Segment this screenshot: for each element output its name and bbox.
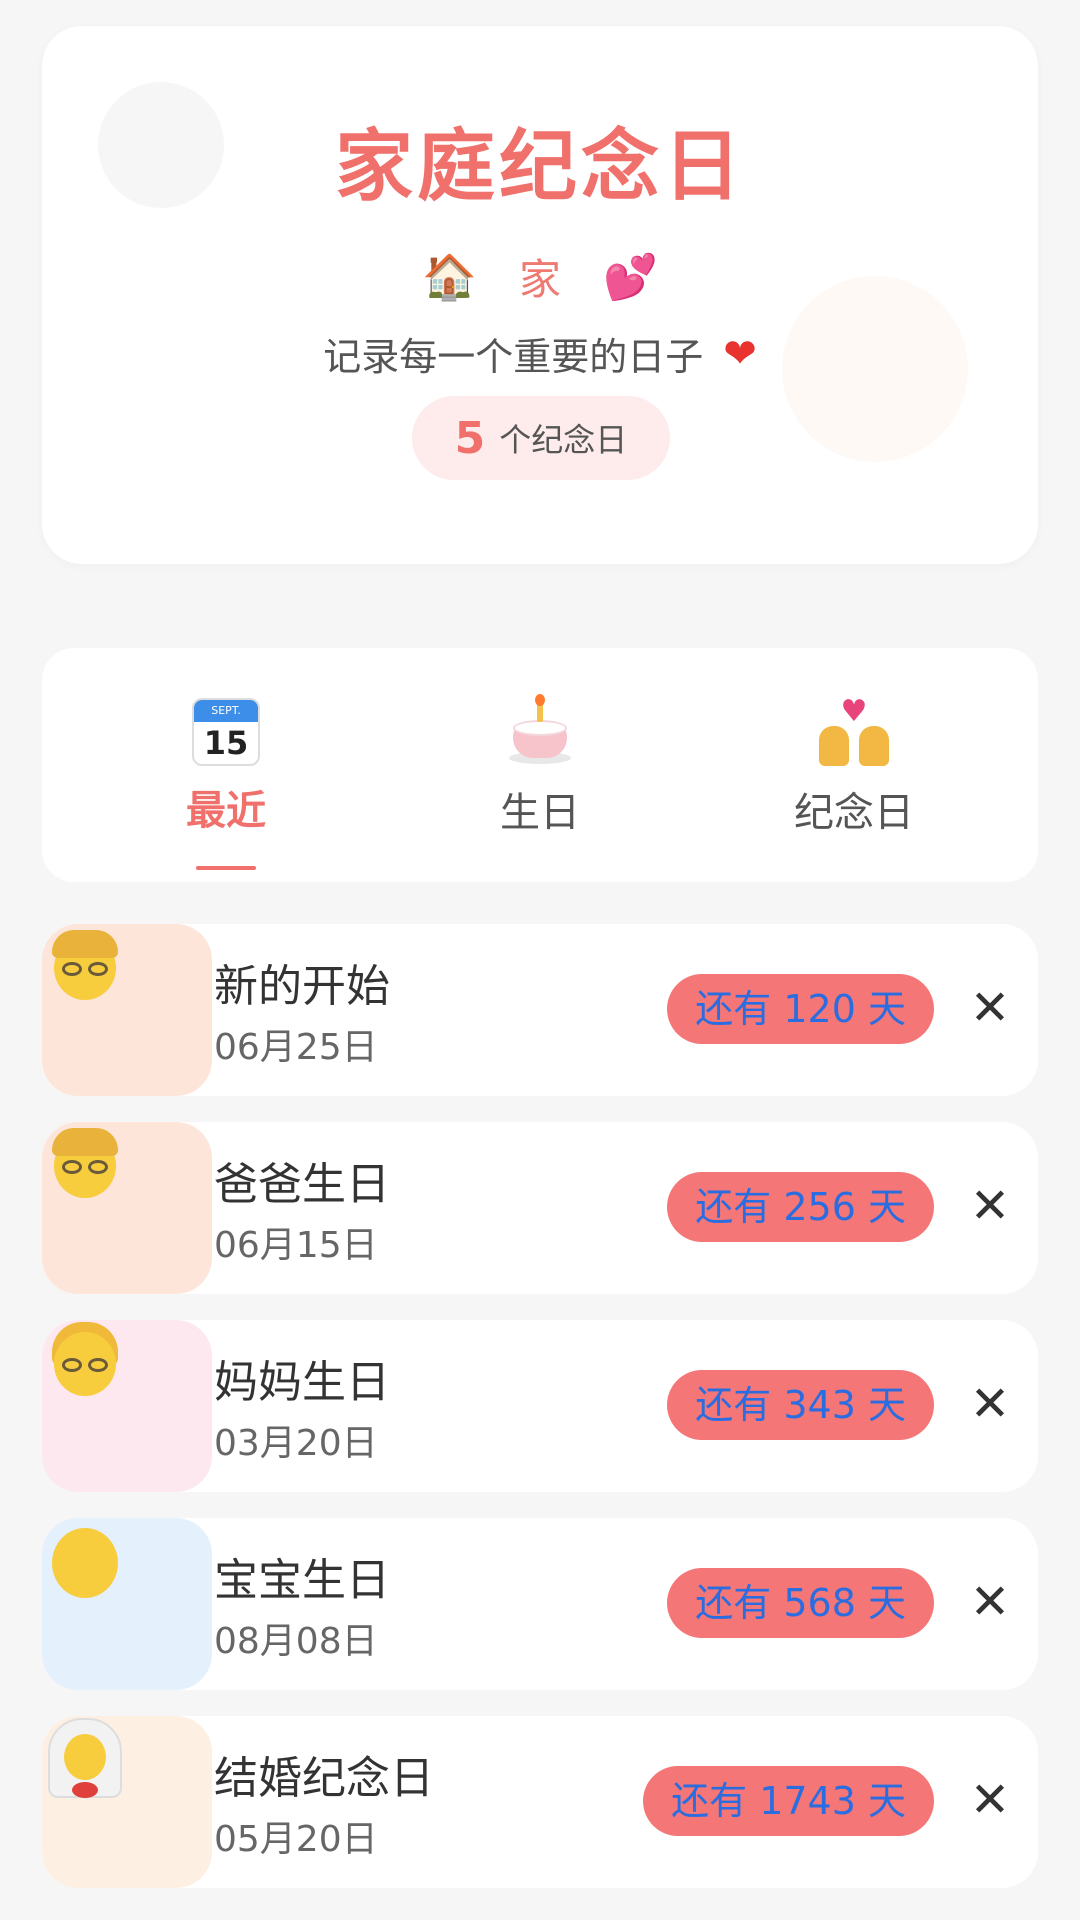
delete-button[interactable]: ✕: [962, 1772, 1018, 1828]
app-title: 家庭纪念日: [334, 122, 745, 212]
tab-bar: SEPT. 15 最近 生日 ♥ 纪念日: [42, 648, 1038, 882]
calendar-icon: SEPT. 15: [192, 698, 260, 766]
days-remaining-badge: 还有 120 天: [667, 974, 934, 1044]
delete-button[interactable]: ✕: [962, 1376, 1018, 1432]
header-card: 家庭纪念日 🏠 家 💕 记录每一个重要的日子 ❤ 5 个纪念日: [42, 26, 1038, 564]
item-title: 妈妈生日: [214, 1357, 390, 1408]
app-screen: 家庭纪念日 🏠 家 💕 记录每一个重要的日子 ❤ 5 个纪念日 SEPT. 15…: [0, 0, 1080, 1920]
item-date: 06月25日: [214, 1027, 378, 1068]
avatar: [42, 1122, 212, 1294]
list-item[interactable]: 爸爸生日 06月15日 还有 256 天 ✕: [42, 1122, 1038, 1294]
item-title: 爸爸生日: [214, 1159, 390, 1210]
family-row: 🏠 家 💕: [42, 246, 1038, 307]
item-date: 03月20日: [214, 1423, 378, 1464]
tab-label: 纪念日: [794, 790, 914, 836]
avatar: [42, 1716, 212, 1888]
list-item[interactable]: 结婚纪念日 05月20日 还有 1743 天 ✕: [42, 1716, 1038, 1888]
couple-heart-icon: ♥: [817, 697, 891, 768]
active-tab-indicator: [196, 866, 256, 870]
delete-button[interactable]: ✕: [962, 1574, 1018, 1630]
tab-birthday[interactable]: 生日: [430, 694, 650, 838]
item-date: 08月08日: [214, 1621, 378, 1662]
slogan-text: 记录每一个重要的日子: [323, 335, 704, 379]
tab-recent[interactable]: SEPT. 15 最近: [116, 698, 336, 836]
list-item[interactable]: 新的开始 06月25日 还有 120 天 ✕: [42, 924, 1038, 1096]
item-title: 新的开始: [214, 961, 390, 1012]
avatar: [42, 1518, 212, 1690]
house-icon: 🏠: [422, 251, 477, 303]
list-item[interactable]: 宝宝生日 08月08日 还有 568 天 ✕: [42, 1518, 1038, 1690]
anniversary-count-badge: 5 个纪念日: [412, 396, 670, 480]
item-date: 06月15日: [214, 1225, 378, 1266]
item-title: 结婚纪念日: [214, 1753, 434, 1804]
days-remaining-badge: 还有 1743 天: [643, 1766, 934, 1836]
item-date: 05月20日: [214, 1819, 378, 1860]
slogan: 记录每一个重要的日子 ❤: [42, 326, 1038, 381]
tab-label: 最近: [186, 788, 266, 834]
anniversary-count: 5: [454, 412, 486, 464]
two-hearts-icon: 💕: [603, 251, 658, 303]
cake-icon: [505, 694, 575, 768]
old-man-face-icon: [48, 1124, 118, 1202]
old-man-face-icon: [48, 926, 118, 1004]
heart-icon: ❤: [723, 330, 757, 377]
days-remaining-badge: 还有 568 天: [667, 1568, 934, 1638]
anniversary-list: 新的开始 06月25日 还有 120 天 ✕ 爸爸生日 06月15日 还有 25…: [42, 924, 1038, 1914]
days-remaining-badge: 还有 343 天: [667, 1370, 934, 1440]
bride-face-icon: [48, 1718, 122, 1798]
anniversary-count-label: 个纪念日: [499, 421, 628, 459]
avatar: [42, 924, 212, 1096]
family-name[interactable]: 家: [519, 246, 561, 307]
tab-anniversary[interactable]: ♥ 纪念日: [744, 697, 964, 838]
tab-label: 生日: [500, 790, 580, 836]
baby-face-icon: [48, 1520, 118, 1598]
delete-button[interactable]: ✕: [962, 980, 1018, 1036]
avatar: [42, 1320, 212, 1492]
list-item[interactable]: 妈妈生日 03月20日 还有 343 天 ✕: [42, 1320, 1038, 1492]
old-woman-face-icon: [48, 1322, 118, 1400]
days-remaining-badge: 还有 256 天: [667, 1172, 934, 1242]
delete-button[interactable]: ✕: [962, 1178, 1018, 1234]
item-title: 宝宝生日: [214, 1555, 390, 1606]
